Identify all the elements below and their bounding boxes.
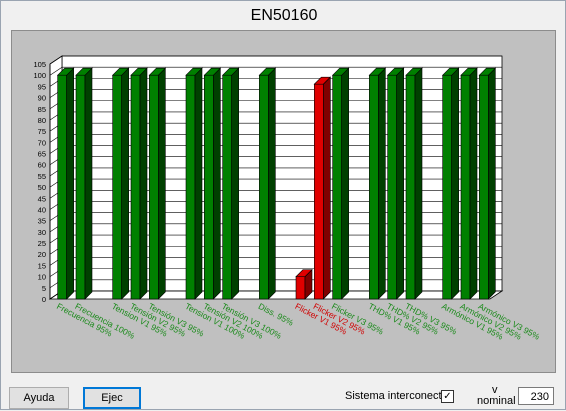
bar — [130, 74, 141, 300]
bar-side — [378, 67, 386, 300]
y-tick-label: 55 — [38, 172, 46, 181]
y-tick-label: 30 — [38, 228, 46, 237]
y-tick-label: 80 — [38, 116, 46, 125]
y-tick-label: 0 — [42, 295, 46, 304]
y-tick-label: 40 — [38, 205, 46, 214]
bar-side — [66, 67, 74, 300]
y-tick-label: 65 — [38, 150, 46, 159]
bar — [112, 74, 122, 300]
bar-side — [469, 67, 478, 300]
bar — [405, 74, 416, 300]
chart-panel: 0 5 10 15 20 25 30 35 40 45 50 55 60 65 70 75 80 85 90 95 10… — [11, 30, 556, 373]
bar — [75, 74, 86, 300]
bar-side — [414, 67, 423, 300]
y-tick-label: 50 — [38, 183, 46, 192]
y-tick-label: 105 — [33, 60, 46, 69]
bar-side — [213, 67, 221, 300]
bar-side — [341, 67, 349, 300]
y-tick-label: 60 — [38, 161, 46, 170]
bar — [479, 74, 489, 300]
y-tick-label: 70 — [38, 138, 46, 147]
sistema-interconectado-label: Sistema interconecta — [345, 390, 448, 402]
nominal-label: nominal — [477, 395, 516, 407]
bar — [259, 74, 269, 300]
bar — [295, 276, 306, 300]
y-tick-label: 95 — [38, 82, 46, 91]
bar-side — [488, 67, 496, 300]
bar-side — [139, 67, 148, 300]
y-tick-label: 85 — [38, 105, 46, 114]
bar — [149, 74, 159, 300]
y-tick-label: 90 — [38, 94, 46, 103]
bar-side — [121, 67, 129, 300]
bar — [460, 74, 471, 300]
bar-side — [231, 67, 239, 300]
window-title: EN50160 — [250, 7, 318, 24]
bar — [387, 74, 397, 300]
y-tick-label: 5 — [42, 284, 46, 293]
bar-side — [268, 67, 276, 300]
bar-side — [84, 67, 93, 300]
bar-side — [158, 67, 166, 300]
bar — [332, 74, 342, 300]
y-tick-label: 20 — [38, 250, 46, 259]
bar — [222, 74, 232, 300]
y-tick-label: 15 — [38, 261, 46, 270]
v-nominal-input[interactable]: 230 — [518, 387, 554, 405]
bar — [369, 74, 379, 300]
bar-side — [194, 67, 203, 300]
y-tick-label: 10 — [38, 273, 46, 282]
y-tick-label: 25 — [38, 239, 46, 248]
bar — [57, 74, 67, 300]
bar-side — [323, 76, 331, 300]
bottom-toolbar: Ayuda Ejec Sistema interconecta ✓ v nomi… — [1, 379, 566, 411]
y-tick-label: 35 — [38, 217, 46, 226]
ejec-button[interactable]: Ejec — [83, 387, 141, 409]
bar-chart: 0 5 10 15 20 25 30 35 40 45 50 55 60 65 70 75 80 85 90 95 10… — [33, 55, 542, 342]
y-tick-label: 45 — [38, 194, 46, 203]
bar-side — [451, 67, 459, 300]
ayuda-button[interactable]: Ayuda — [9, 387, 69, 409]
y-tick-label: 75 — [38, 127, 46, 136]
app-window: EN50160 0 5 10 15 20 25 30 35 40 45 50 55 60 65 70 75 80… — [0, 0, 566, 410]
bar-side — [396, 67, 404, 300]
sistema-interconectado-checkbox[interactable]: ✓ — [441, 390, 454, 403]
bar — [204, 74, 214, 300]
bar — [185, 74, 196, 300]
bar — [314, 83, 324, 300]
bar — [442, 74, 452, 300]
y-tick-label: 100 — [33, 71, 46, 80]
